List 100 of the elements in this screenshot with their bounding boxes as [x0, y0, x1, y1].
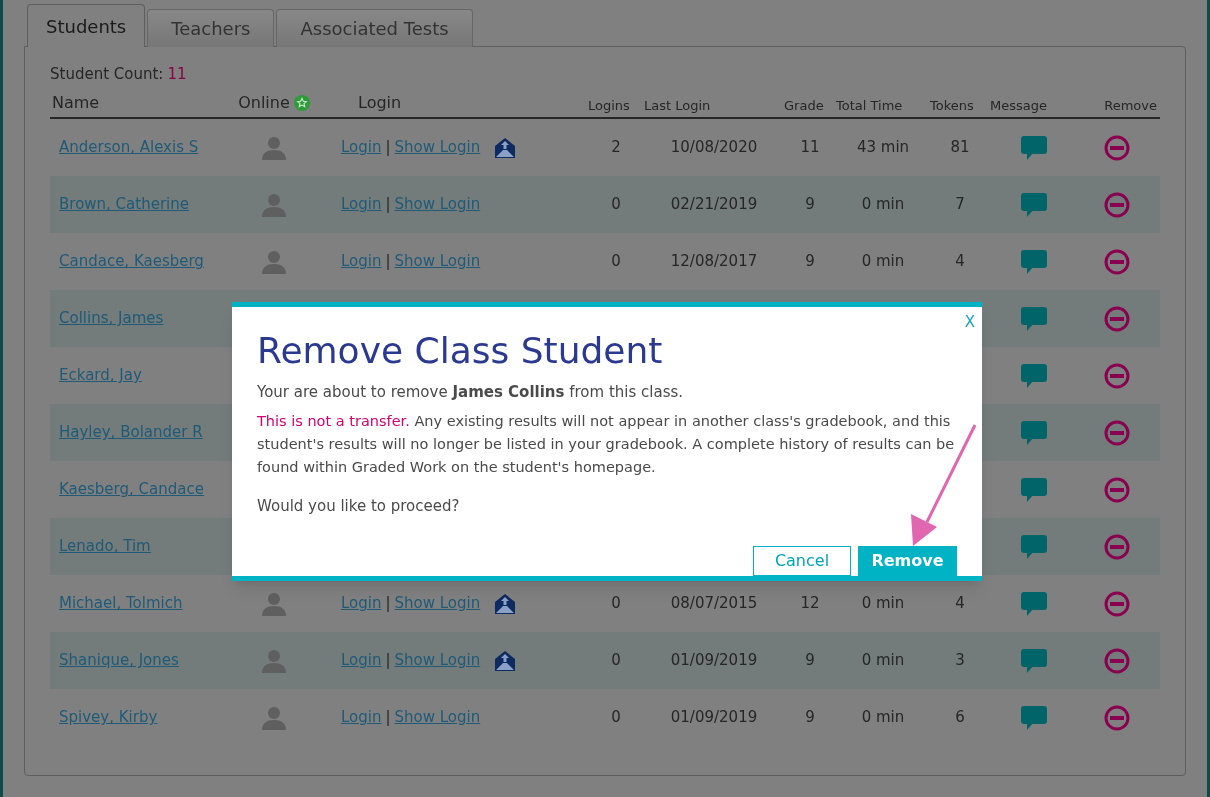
tab[interactable]: Students — [27, 4, 146, 47]
table-cell-text: 81 — [950, 137, 970, 159]
login-link[interactable]: Login — [341, 193, 382, 216]
student-name-link[interactable]: Spivey, Kirby — [59, 706, 158, 729]
envelope-icon[interactable] — [494, 649, 517, 672]
show-login-link[interactable]: Show Login — [394, 136, 481, 159]
remove-icon[interactable] — [1104, 704, 1130, 731]
student-name-link[interactable]: Lenado, Tim — [59, 535, 151, 558]
person-icon — [261, 591, 287, 616]
student-name-link[interactable]: Anderson, Alexis S — [59, 136, 199, 159]
remove-icon[interactable] — [1104, 590, 1130, 617]
message-icon[interactable] — [1021, 363, 1047, 388]
table-cell-text: 9 — [805, 251, 815, 273]
close-button[interactable]: X — [964, 311, 975, 334]
warning-text: This is not a transfer. Any existing results will not appear in another class's gradebook, and this student's results will no longer be listed in your gradebook. A complete history of results can be found within Graded Work on the student's homepage. — [257, 411, 956, 477]
message-icon[interactable] — [1021, 192, 1047, 217]
message-icon[interactable] — [1021, 534, 1047, 559]
column-header: Last Login — [644, 96, 711, 115]
table-cell-text: 0 — [611, 251, 621, 273]
person-icon — [261, 705, 287, 730]
show-login-link[interactable]: Show Login — [394, 592, 481, 615]
remove-icon[interactable] — [1104, 134, 1130, 161]
column-header: Message — [990, 96, 1047, 115]
student-count: 11 — [167, 64, 187, 85]
column-header: Total Time — [836, 96, 903, 115]
envelope-icon[interactable] — [494, 136, 517, 159]
remove-icon[interactable] — [1104, 248, 1130, 275]
student-name-link[interactable]: Collins, James — [59, 307, 164, 330]
table-cell-text: 9 — [805, 194, 815, 216]
separator: | — [384, 194, 392, 216]
message-icon[interactable] — [1021, 249, 1047, 274]
tab[interactable]: Teachers — [147, 9, 275, 47]
separator: | — [384, 707, 392, 729]
column-header: Login — [357, 92, 402, 114]
table-cell-text: 4 — [955, 251, 965, 273]
student-name-link[interactable]: Brown, Catherine — [59, 193, 189, 216]
remove-button[interactable]: Remove — [858, 546, 957, 576]
student-name-link[interactable]: Shanique, Jones — [59, 649, 179, 672]
remove-icon[interactable] — [1104, 191, 1130, 218]
table-cell-text: 0 — [611, 194, 621, 216]
dialog-title: Remove Class Student — [257, 329, 664, 373]
message-icon[interactable] — [1021, 477, 1047, 502]
message-icon[interactable] — [1021, 705, 1047, 730]
message-icon[interactable] — [1021, 420, 1047, 445]
table-cell-text: 01/09/2019 — [670, 650, 758, 672]
star-icon — [293, 95, 310, 111]
remove-icon[interactable] — [1104, 533, 1130, 560]
table-cell-text: 6 — [955, 707, 965, 729]
table-cell-text: 4 — [955, 593, 965, 615]
table-cell-text: 01/09/2019 — [670, 707, 758, 729]
table-cell-text: 0 min — [861, 707, 905, 729]
person-icon — [261, 648, 287, 673]
table-cell-text: 10/08/2020 — [670, 137, 758, 159]
login-link[interactable]: Login — [341, 250, 382, 273]
column-header: Logins — [588, 96, 630, 115]
tab[interactable]: Associated Tests — [276, 9, 473, 47]
show-login-link[interactable]: Show Login — [394, 649, 481, 672]
cancel-button[interactable]: Cancel — [753, 546, 851, 576]
message-icon[interactable] — [1021, 306, 1047, 331]
dialog-message: Your are about to remove James Collins from this class. — [257, 382, 685, 403]
student-name-link[interactable]: Kaesberg, Candace — [59, 478, 204, 501]
login-link[interactable]: Login — [341, 706, 382, 729]
show-login-link[interactable]: Show Login — [394, 193, 481, 216]
dialog-question: Would you like to proceed? — [257, 495, 461, 517]
message-icon[interactable] — [1021, 648, 1047, 673]
table-cell-text: 0 min — [861, 650, 905, 672]
student-name-link[interactable]: Michael, Tolmich — [59, 592, 183, 615]
table-cell-text: 0 min — [861, 593, 905, 615]
login-link[interactable]: Login — [341, 592, 382, 615]
column-header: Online — [238, 92, 290, 114]
student-name-link[interactable]: Candace, Kaesberg — [59, 250, 204, 273]
separator: | — [384, 650, 392, 672]
table-cell-text: 0 min — [861, 251, 905, 273]
remove-icon[interactable] — [1104, 305, 1130, 332]
login-link[interactable]: Login — [341, 136, 382, 159]
remove-icon[interactable] — [1104, 476, 1130, 503]
student-name-link[interactable]: Eckard, Jay — [59, 364, 142, 387]
envelope-icon[interactable] — [494, 592, 517, 615]
separator: | — [384, 137, 392, 159]
column-header: Tokens — [930, 96, 974, 115]
table-cell-text: 11 — [800, 137, 820, 159]
remove-icon[interactable] — [1104, 647, 1130, 674]
student-name-link[interactable]: Hayley, Bolander R — [59, 421, 203, 444]
message-icon[interactable] — [1021, 135, 1047, 160]
remove-icon[interactable] — [1104, 362, 1130, 389]
table-cell-text: 0 min — [861, 194, 905, 216]
column-header: Name — [51, 92, 100, 114]
table-cell-text: 3 — [955, 650, 965, 672]
person-icon — [261, 192, 287, 217]
table-cell-text: 0 — [611, 593, 621, 615]
table-cell-text: 12 — [800, 593, 820, 615]
show-login-link[interactable]: Show Login — [394, 706, 481, 729]
table-cell-text: 7 — [955, 194, 965, 216]
table-cell-text: 0 — [611, 650, 621, 672]
message-icon[interactable] — [1021, 591, 1047, 616]
remove-icon[interactable] — [1104, 419, 1130, 446]
login-link[interactable]: Login — [341, 649, 382, 672]
column-header: Grade — [784, 96, 824, 115]
table-cell-text: 43 min — [856, 137, 910, 159]
show-login-link[interactable]: Show Login — [394, 250, 481, 273]
